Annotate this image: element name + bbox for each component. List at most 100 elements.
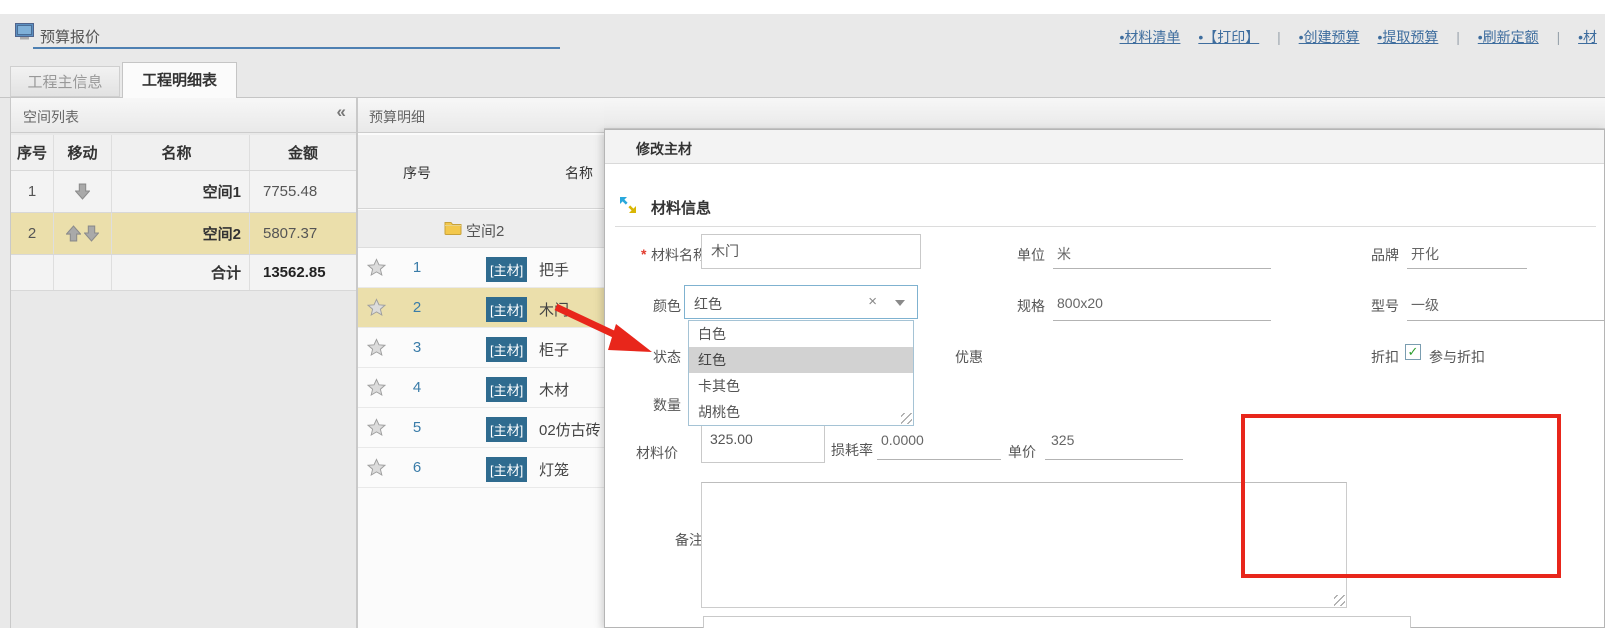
remark-textarea[interactable] — [701, 482, 1347, 608]
app-monitor-icon — [15, 23, 34, 41]
space-amount: 7755.48 — [249, 171, 356, 212]
link-separator: | — [1557, 29, 1561, 45]
chevron-down-icon[interactable] — [895, 300, 905, 306]
bottom-input-box[interactable] — [703, 616, 1411, 628]
col-header-move: 移动 — [53, 135, 111, 170]
move-down-icon[interactable] — [84, 225, 99, 242]
collapse-section-icon[interactable] — [619, 196, 637, 214]
required-mark: * — [641, 246, 646, 262]
top-white-strip — [0, 0, 1605, 14]
list-item[interactable]: 4 [主材] 木材 — [358, 368, 605, 408]
table-row-selected[interactable]: 2 空间2 5807.37 — [11, 213, 356, 255]
clear-icon[interactable]: × — [868, 293, 877, 310]
row-no: 1 — [400, 259, 434, 276]
unit-price-underline — [1045, 459, 1183, 460]
promo-label: 优惠 — [955, 347, 983, 367]
color-dropdown-list: 白色 红色 卡其色 胡桃色 — [688, 320, 914, 426]
col-header-name: 名称 — [111, 135, 249, 170]
unit-price-label: 单价 — [1008, 442, 1036, 462]
favorite-star-icon[interactable] — [367, 258, 386, 277]
unit-label: 单位 — [1017, 245, 1045, 265]
list-item[interactable]: 5 [主材] 02仿古砖 — [358, 408, 605, 448]
title-underline — [33, 47, 560, 49]
material-name-input[interactable]: 木门 — [701, 234, 921, 269]
tabstrip-border — [0, 97, 1605, 98]
brand-input[interactable]: 开化 — [1411, 244, 1439, 264]
discount-checkbox[interactable]: ✓ — [1405, 344, 1421, 360]
section-divider — [615, 226, 1596, 227]
color-combobox[interactable]: 红色 × — [684, 285, 918, 319]
toolbar-links: •材料清单 •【打印】 | •创建预算 •提取预算 | •刷新定额 | •材 — [1106, 27, 1597, 47]
col-header-amount: 金额 — [249, 135, 356, 170]
list-item[interactable]: 6 [主材] 灯笼 — [358, 448, 605, 488]
tab-project-detail-sheet[interactable]: 工程明细表 — [122, 62, 237, 98]
list-item[interactable]: 1 [主材] 把手 — [358, 248, 605, 288]
favorite-star-icon[interactable] — [367, 378, 386, 397]
model-input-underline — [1407, 320, 1605, 321]
item-name: 柜子 — [539, 339, 569, 360]
resize-grip-icon[interactable] — [1334, 595, 1345, 606]
list-item-selected[interactable]: 2 [主材] 木门 — [358, 288, 605, 328]
loss-rate-input[interactable]: 0.0000 — [881, 432, 924, 448]
main-material-badge: [主材] — [486, 377, 527, 402]
link-print[interactable]: •【打印】 — [1198, 29, 1259, 45]
dropdown-option-khaki[interactable]: 卡其色 — [689, 373, 913, 399]
list-item[interactable]: 3 [主材] 柜子 — [358, 328, 605, 368]
main-material-badge: [主材] — [486, 257, 527, 282]
brand-input-underline — [1407, 268, 1527, 269]
resize-grip-icon[interactable] — [901, 413, 912, 424]
col-header-no: 序号 — [400, 163, 434, 183]
color-value: 红色 — [694, 294, 722, 314]
link-truncated[interactable]: •材 — [1578, 29, 1597, 45]
row-no: 3 — [400, 339, 434, 356]
dialog-titlebar[interactable]: 修改主材 — [605, 130, 1604, 164]
space-table-header-row: 序号 移动 名称 金额 — [11, 135, 356, 171]
row-no: 2 — [11, 213, 53, 254]
loss-rate-underline — [877, 459, 1001, 460]
favorite-star-icon[interactable] — [367, 458, 386, 477]
link-separator: | — [1277, 29, 1281, 45]
row-no: 5 — [400, 419, 434, 436]
model-input[interactable]: 一级 — [1411, 295, 1439, 315]
spec-input-underline — [1053, 320, 1271, 321]
spec-label: 规格 — [1017, 296, 1045, 316]
budget-detail-header: 预算明细 — [358, 98, 604, 133]
material-price-input[interactable]: 325.00 — [701, 425, 825, 463]
move-down-icon[interactable] — [75, 183, 90, 200]
total-row: 合计 13562.85 — [11, 255, 356, 291]
main-material-badge: [主材] — [486, 337, 527, 362]
item-name: 木门 — [539, 299, 569, 320]
collapse-panel-icon[interactable]: « — [337, 102, 346, 122]
item-name: 灯笼 — [539, 459, 569, 480]
favorite-star-icon[interactable] — [367, 418, 386, 437]
item-name: 02仿古砖 — [539, 419, 601, 440]
link-refresh-quota[interactable]: •刷新定额 — [1478, 29, 1539, 45]
unit-price-input[interactable]: 325 — [1051, 432, 1074, 448]
row-no: 6 — [400, 459, 434, 476]
dropdown-option-red-selected[interactable]: 红色 — [689, 347, 913, 373]
link-extract-budget[interactable]: •提取预算 — [1377, 29, 1438, 45]
folder-icon — [444, 220, 462, 235]
move-up-icon[interactable] — [66, 225, 81, 242]
budget-panel-header-extension — [604, 98, 1605, 129]
discount-checkbox-label: 参与折扣 — [1429, 347, 1485, 367]
dropdown-option-white[interactable]: 白色 — [689, 321, 913, 347]
budget-table-header-row: 序号 名称 — [358, 135, 605, 209]
space-list-panel: 空间列表 « 序号 移动 名称 金额 1 空间1 7755.48 2 — [10, 98, 357, 628]
favorite-star-icon[interactable] — [367, 338, 386, 357]
dropdown-option-walnut[interactable]: 胡桃色 — [689, 399, 913, 425]
link-material-list[interactable]: •材料清单 — [1120, 29, 1181, 45]
group-name: 空间2 — [466, 220, 504, 241]
space-table: 序号 移动 名称 金额 1 空间1 7755.48 2 空间2 — [11, 135, 356, 291]
unit-input[interactable]: 米 — [1057, 244, 1071, 264]
space-amount: 5807.37 — [249, 213, 356, 254]
link-create-budget[interactable]: •创建预算 — [1299, 29, 1360, 45]
tab-project-main-info[interactable]: 工程主信息 — [10, 66, 120, 97]
row-no: 4 — [400, 379, 434, 396]
favorite-star-icon[interactable] — [367, 298, 386, 317]
item-name: 木材 — [539, 379, 569, 400]
spec-input[interactable]: 800x20 — [1057, 295, 1103, 311]
group-row[interactable]: 空间2 — [358, 210, 605, 248]
quantity-label: 数量 — [653, 395, 681, 415]
table-row[interactable]: 1 空间1 7755.48 — [11, 171, 356, 213]
